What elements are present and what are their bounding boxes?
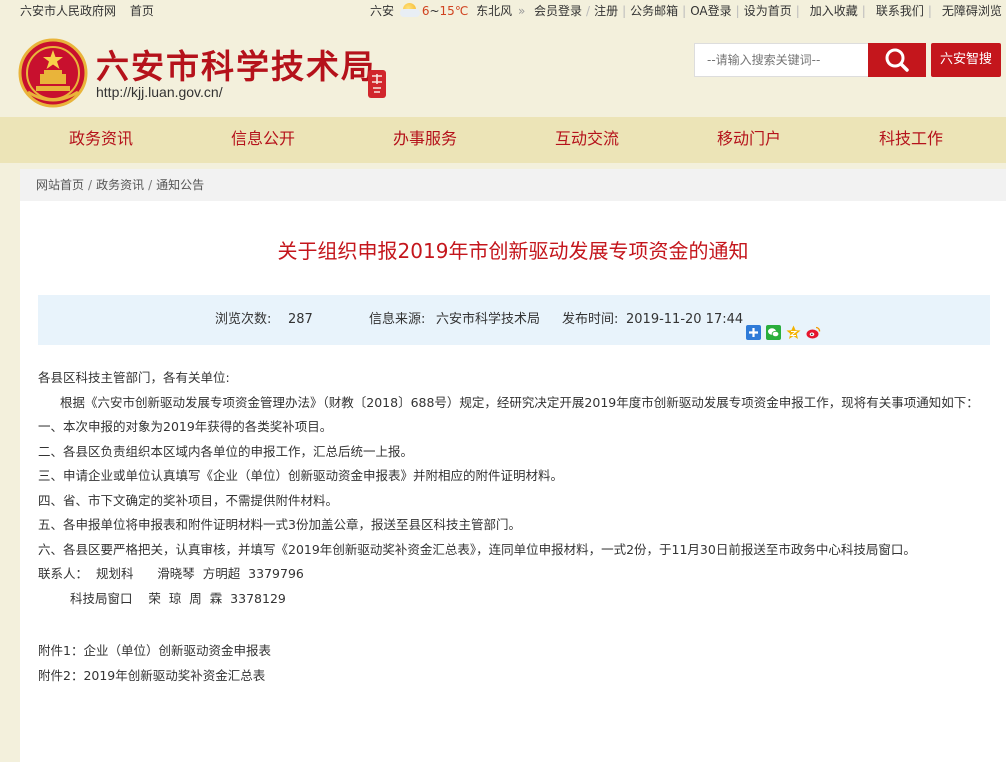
article-body: 各县区科技主管部门，各有关单位: 根据《六安市创新驱动发展专项资金管理办法》（财… — [38, 366, 998, 688]
plus-share-icon[interactable] — [746, 312, 761, 340]
qzone-icon[interactable] — [786, 312, 801, 339]
sun-cloud-icon — [399, 3, 420, 17]
contact-line-2: 科技局窗口 荣 琼 周 霖 3378129 — [70, 590, 286, 606]
wind-direction: 东北风 — [476, 4, 513, 18]
nav-item-news[interactable]: 政务资讯 — [41, 117, 161, 163]
attachment-1-link[interactable]: 附件1：企业（单位）创新驱动资金申报表 — [38, 639, 998, 664]
nav-item-sci-tech-work[interactable]: 科技工作 — [851, 117, 971, 163]
contact-line-1: 联系人： 规划科 滑晓琴 方明超 3379796 — [38, 566, 304, 581]
temp-tilde: ~ — [429, 4, 440, 18]
source-value: 六安市科学技术局 — [436, 312, 541, 327]
paragraph-item-4: 四、省、市下文确定的奖补项目，不需提供附件材料。 — [38, 492, 339, 508]
oa-login-link[interactable]: OA登录 — [690, 4, 731, 18]
temp-high: 15℃ — [439, 4, 469, 18]
nav-item-mobile-portal[interactable]: 移动门户 — [689, 117, 809, 163]
site-title: 六安市科学技术局 — [96, 47, 376, 86]
breadcrumb-notices[interactable]: 通知公告 — [156, 178, 204, 192]
more-arrow-icon[interactable]: » — [518, 4, 525, 18]
accessibility-link[interactable]: 无障碍浏览 — [942, 4, 1002, 18]
contact-us-link[interactable]: 联系我们 — [876, 4, 924, 18]
weibo-icon[interactable] — [806, 312, 821, 339]
publish-date: 2019-11-20 17:44 — [626, 312, 744, 327]
breadcrumb-home[interactable]: 网站首页 — [36, 178, 84, 192]
attachment-2-link[interactable]: 附件2：2019年创新驱动奖补资金汇总表 — [38, 664, 998, 689]
breadcrumb: 网站首页 / 政务资讯 / 通知公告 — [20, 169, 1006, 201]
breadcrumb-news[interactable]: 政务资讯 — [96, 178, 144, 192]
member-login-link[interactable]: 会员登录 — [534, 4, 582, 18]
national-emblem-logo[interactable] — [18, 38, 88, 108]
paragraph-item-1: 一、本次申报的对象为2019年获得的各类奖补项目。 — [38, 419, 333, 434]
date-label: 发布时间: — [562, 312, 619, 327]
views-label: 浏览次数: — [215, 312, 272, 327]
mailbox-link[interactable]: 公务邮箱 — [630, 4, 678, 18]
paragraph-item-6: 六、各县区要严格把关，认真审核，并填写《2019年创新驱动奖补资金汇总表》，连同… — [38, 541, 916, 557]
site-url: http://kjj.luan.gov.cn/ — [96, 84, 223, 100]
nav-item-interaction[interactable]: 互动交流 — [527, 117, 647, 163]
search-input[interactable] — [695, 44, 865, 76]
smart-search-button[interactable]: 六安智搜 — [931, 43, 1001, 77]
paragraph-salutation: 各县区科技主管部门，各有关单位: — [38, 370, 230, 385]
top-bar: 六安市人民政府网 首页 六安 6~15℃ 东北风 » 会员登录 / 注册 | 公务邮箱 |… — [0, 0, 1006, 22]
add-favorite-link[interactable]: 加入收藏 — [810, 4, 858, 18]
nav-item-services[interactable]: 办事服务 — [365, 117, 485, 163]
article-title: 关于组织申报2019年市创新驱动发展专项资金的通知 — [277, 239, 749, 263]
paragraph-item-5: 五、各申报单位将申报表和附件证明材料一式3份加盖公章，报送至县区科技主管部门。 — [38, 517, 521, 532]
paragraph-item-3: 三、申请企业或单位认真填写《企业（单位）创新驱动资金申报表》并附相应的附件证明材… — [38, 468, 564, 483]
views-count: 287 — [288, 312, 313, 327]
weather-city: 六安 — [370, 4, 395, 18]
gov-portal-link[interactable]: 六安市人民政府网 — [20, 4, 116, 18]
source-label: 信息来源: — [369, 312, 426, 327]
set-homepage-link[interactable]: 设为首页 — [744, 4, 792, 18]
wechat-icon[interactable] — [766, 312, 781, 340]
paragraph-item-2: 二、各县区负责组织本区域内各单位的申报工作，汇总后统一上报。 — [38, 443, 414, 459]
red-seal-stamp-icon — [366, 68, 388, 100]
nav-item-info-disclosure[interactable]: 信息公开 — [203, 117, 323, 163]
article-info-bar: 浏览次数: 287 信息来源: 六安市科学技术局 发布时间: 2019-11-2… — [38, 295, 990, 345]
main-nav: 政务资讯 信息公开 办事服务 互动交流 移动门户 科技工作 — [0, 117, 1006, 163]
search-icon — [885, 48, 909, 72]
home-link[interactable]: 首页 — [130, 4, 154, 18]
search-button[interactable] — [868, 43, 926, 77]
paragraph-intro: 根据《六安市创新驱动发展专项资金管理办法》（财教〔2018〕688号）规定，经研… — [60, 394, 979, 410]
register-link[interactable]: 注册 — [594, 4, 618, 18]
content-panel: 网站首页 / 政务资讯 / 通知公告 关于组织申报2019年市创新驱动发展专项资金的通知… — [20, 169, 1006, 762]
weather-widget: 六安 6~15℃ 东北风 » — [370, 0, 525, 22]
